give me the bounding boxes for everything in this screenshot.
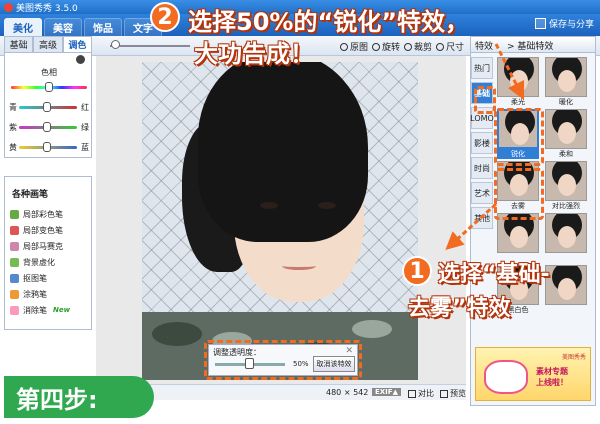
subtab-color[interactable]: 调色	[62, 36, 92, 52]
blur-icon	[10, 257, 19, 267]
color-adjust-box: 色相 青 红 紫 绿 黄 蓝	[4, 52, 92, 158]
step-1-instruction-line2: 去雾”特效	[408, 296, 511, 321]
brush-cutout[interactable]: 抠图笔	[10, 270, 86, 286]
app-title: 美图秀秀 3.5.0	[16, 3, 78, 14]
preview-icon	[440, 389, 448, 398]
category-hot[interactable]: 热门	[471, 57, 493, 79]
zoom-slider[interactable]	[110, 45, 190, 47]
left-panel: 基础 高级 调色 色相 青 红 紫 绿 黄 蓝 各种画笔 局部彩色笔 局部变色笔…	[4, 36, 92, 406]
mosaic-icon	[10, 241, 19, 251]
canvas-area	[96, 56, 466, 384]
highlight-defog-thumb	[494, 168, 544, 220]
cutout-icon	[10, 273, 19, 283]
mascot-image	[484, 360, 528, 394]
step-2-badge: 2	[150, 2, 180, 32]
promo-banner[interactable]: 美图秀秀 素材专题 上线啦！	[475, 347, 591, 401]
image-dimensions: 480 × 542	[326, 388, 369, 397]
hue-label: 色相	[41, 68, 57, 77]
photo[interactable]	[142, 62, 418, 380]
save-icon	[534, 18, 546, 29]
highlight-sharpen-thumb	[494, 108, 544, 166]
effect-thumb[interactable]: 对比强烈	[545, 161, 587, 211]
tab-beautify[interactable]: 美化	[4, 18, 42, 36]
size-button[interactable]: 尺寸	[436, 40, 464, 53]
highlight-opacity-popup	[204, 340, 362, 380]
tab-beauty[interactable]: 美容	[44, 18, 82, 36]
brush-local-recolor[interactable]: 局部变色笔	[10, 222, 86, 238]
rotate-button[interactable]: 旋转	[372, 40, 400, 53]
step-4-label: 第四步:	[4, 376, 154, 418]
original-label: 原图	[350, 43, 369, 53]
effect-thumb[interactable]: 柔和	[545, 109, 587, 159]
subtab-advanced[interactable]: 高级	[33, 36, 63, 52]
yellow-blue-slider[interactable]: 黄 蓝	[5, 141, 93, 153]
step-2-instruction-line1: 选择50%的“锐化”特效，	[188, 8, 469, 36]
exif-button[interactable]: EXIF▲	[372, 388, 401, 396]
ad-text: 素材专题 上线啦！	[536, 367, 568, 387]
brush-title: 各种画笔	[12, 190, 49, 200]
reset-icon[interactable]	[76, 55, 85, 64]
brush-color-icon	[10, 209, 19, 219]
category-studio[interactable]: 影楼	[471, 132, 493, 154]
save-share-button[interactable]: 保存与分享	[534, 17, 594, 30]
zoom-slider-knob[interactable]	[111, 40, 120, 49]
purple-green-slider[interactable]: 紫 绿	[5, 121, 93, 133]
effect-thumb[interactable]	[545, 213, 587, 263]
size-icon	[436, 42, 444, 51]
crop-icon	[404, 42, 412, 51]
eraser-icon	[10, 305, 19, 315]
effect-thumb[interactable]	[545, 265, 587, 315]
subtab-basic[interactable]: 基础	[4, 36, 34, 52]
cyan-red-slider[interactable]: 青 红	[5, 101, 93, 113]
crop-label: 裁剪	[414, 43, 433, 53]
effects-header-left: 特效	[475, 42, 494, 52]
hue-slider[interactable]	[5, 81, 93, 93]
original-button[interactable]: 原图	[340, 40, 368, 53]
step-1-instruction-line1: 选择“基础-	[438, 262, 550, 287]
app-logo-icon	[4, 2, 13, 12]
brush-recolor-icon	[10, 225, 19, 235]
category-fashion[interactable]: 时尚	[471, 157, 493, 179]
size-label: 尺寸	[446, 43, 465, 53]
brush-eraser[interactable]: 消除笔 New	[10, 302, 86, 318]
effects-header: 特效 > 基础特效	[471, 37, 595, 53]
category-other[interactable]: 其他	[471, 207, 493, 229]
original-icon	[340, 42, 348, 51]
brush-blur-bg[interactable]: 背景虚化	[10, 254, 86, 270]
effect-thumb[interactable]: 暖化	[545, 57, 587, 107]
compare-icon	[408, 389, 416, 398]
compare-button[interactable]: 对比	[408, 388, 434, 399]
adjust-subtabs: 基础 高级 调色	[4, 36, 92, 52]
crop-button[interactable]: 裁剪	[404, 40, 432, 53]
new-badge: New	[53, 306, 71, 314]
step-1-badge: 1	[402, 256, 432, 286]
category-art[interactable]: 艺术	[471, 182, 493, 204]
tab-accessories[interactable]: 饰品	[84, 18, 122, 36]
effects-breadcrumb: > 基础特效	[507, 42, 554, 52]
highlight-basic-category	[474, 86, 496, 114]
preview-button[interactable]: 预览	[440, 388, 466, 399]
brush-doodle[interactable]: 涂鸦笔	[10, 286, 86, 302]
save-share-label: 保存与分享	[548, 20, 594, 30]
brush-mosaic[interactable]: 局部马赛克	[10, 238, 86, 254]
brush-local-color[interactable]: 局部彩色笔	[10, 206, 86, 222]
rotate-icon	[372, 42, 380, 51]
ad-brand: 美图秀秀	[561, 354, 586, 361]
doodle-icon	[10, 289, 19, 299]
rotate-label: 旋转	[382, 43, 401, 53]
effect-thumb[interactable]: 柔光	[497, 57, 539, 107]
step-2-instruction-line2: 大功告成！	[194, 40, 314, 68]
brush-box: 各种画笔 局部彩色笔 局部变色笔 局部马赛克 背景虚化 抠图笔 涂鸦笔 消除笔	[4, 176, 92, 330]
